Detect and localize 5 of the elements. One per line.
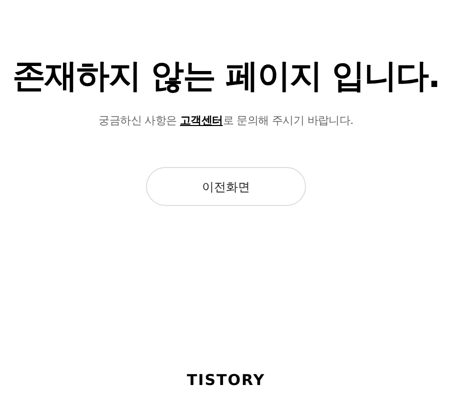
back-button[interactable]: 이전화면 — [146, 167, 306, 206]
customer-center-link[interactable]: 고객센터 — [180, 114, 223, 127]
page-title: 존재하지 않는 페이지 입니다. — [12, 55, 440, 97]
help-message: 궁금하신 사항은 고객센터로 문의해 주시기 바랍니다. — [98, 113, 354, 129]
tistory-logo: TISTORY — [186, 370, 266, 391]
